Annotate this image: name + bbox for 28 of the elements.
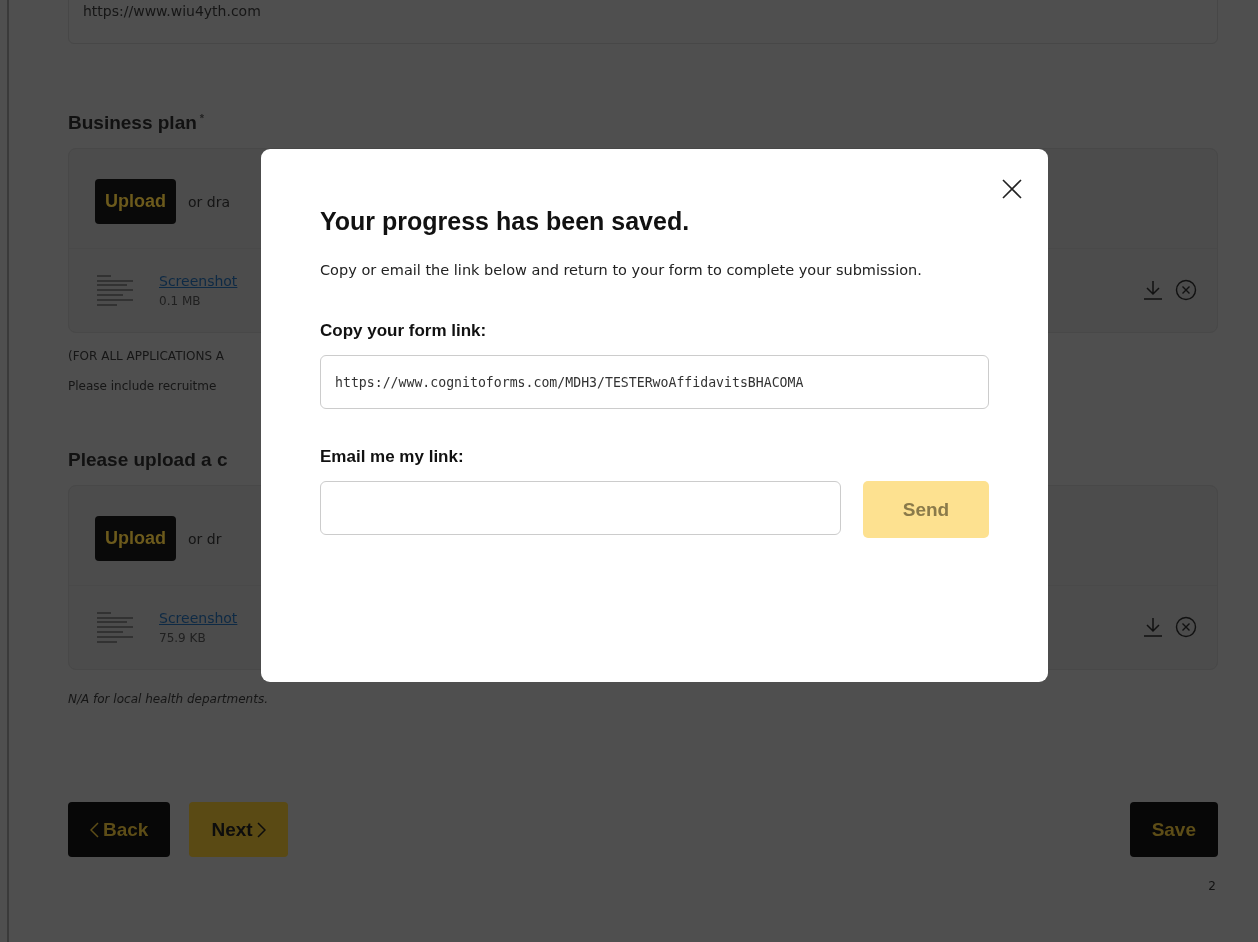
email-label: Email me my link: <box>320 447 465 467</box>
required-mark: * <box>199 112 205 124</box>
close-icon[interactable] <box>1000 177 1024 201</box>
remove-icon[interactable] <box>1175 278 1197 301</box>
chevron-left-icon <box>90 821 99 838</box>
upload-button[interactable]: Upload <box>95 516 176 561</box>
file-link[interactable]: Screenshot <box>159 273 238 289</box>
field-note: N/A for local health departments. <box>68 692 268 706</box>
chevron-right-icon <box>256 821 266 838</box>
section-heading: Please upload a c <box>68 449 228 471</box>
field-note: Please include recruitme <box>68 379 217 393</box>
section-heading: Business plan* <box>68 112 205 134</box>
page-number: 2 <box>1208 879 1216 893</box>
form-link-field[interactable]: https://www.cognitoforms.com/MDH3/TESTERwoAffidavitsBHACOMA <box>320 355 989 409</box>
remove-icon[interactable] <box>1175 615 1197 638</box>
file-link[interactable]: Screenshot <box>159 610 238 626</box>
dialog-message: Copy or email the link below and return to your form to complete your submission. <box>320 261 923 280</box>
upload-button[interactable]: Upload <box>95 179 176 224</box>
website-field[interactable]: https://www.wiu4yth.com <box>68 0 1218 44</box>
save-button[interactable]: Save <box>1129 802 1218 857</box>
drop-hint: or dra <box>188 193 230 210</box>
field-note: (FOR ALL APPLICATIONS A <box>68 349 225 363</box>
back-button[interactable]: Back <box>68 802 171 857</box>
email-field[interactable] <box>320 481 841 535</box>
next-button[interactable]: Next <box>189 802 288 857</box>
link-label: Copy your form link: <box>320 321 488 341</box>
dialog-title: Your progress has been saved. <box>320 207 691 236</box>
drop-hint: or dr <box>188 530 222 547</box>
